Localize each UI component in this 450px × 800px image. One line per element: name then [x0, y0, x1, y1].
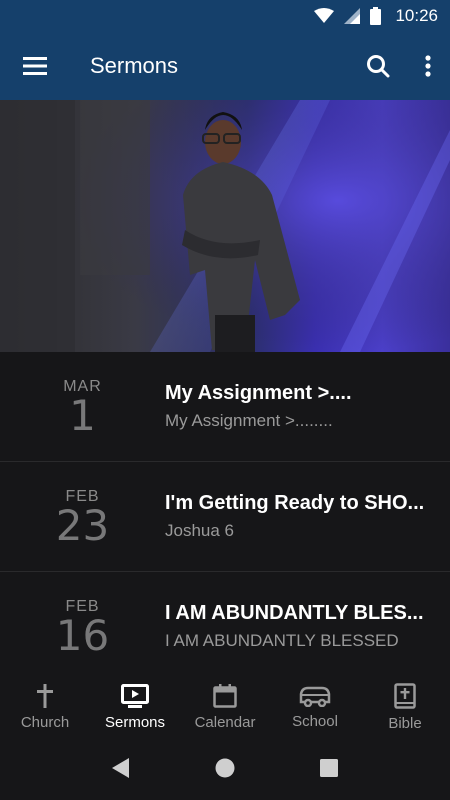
system-navigation-bar: [0, 740, 450, 800]
sermon-list-item[interactable]: MAR 1 My Assignment >.... My Assignment …: [0, 352, 450, 462]
sermon-date: FEB 16: [0, 598, 165, 660]
sermon-title: My Assignment >....: [165, 382, 352, 404]
nav-label-school: School: [292, 712, 338, 730]
back-button[interactable]: [111, 757, 131, 784]
nav-label-church: Church: [20, 713, 70, 731]
more-options-button[interactable]: [406, 32, 450, 100]
sermon-date: MAR 1: [0, 378, 165, 440]
hamburger-icon: [23, 57, 47, 75]
calendar-icon: [213, 683, 237, 708]
search-button[interactable]: [350, 32, 406, 100]
nav-item-church[interactable]: Church: [0, 674, 90, 740]
bible-icon: [394, 682, 416, 709]
sermon-title: I AM ABUNDANTLY BLES...: [165, 602, 424, 624]
sermon-list-item[interactable]: FEB 16 I AM ABUNDANTLY BLES... I AM ABUN…: [0, 572, 450, 674]
nav-label-sermons: Sermons: [104, 713, 166, 731]
sermon-day: 23: [55, 500, 110, 550]
page-title: Sermons: [90, 53, 179, 78]
nav-item-sermons[interactable]: Sermons: [90, 674, 180, 740]
sermon-subtitle: I AM ABUNDANTLY BLESSED: [165, 631, 399, 650]
cross-icon: [37, 683, 53, 708]
home-circle-icon: [215, 758, 235, 777]
home-button[interactable]: [214, 757, 236, 784]
wifi-icon: [314, 8, 335, 24]
more-vert-icon: [425, 55, 431, 77]
nav-item-school[interactable]: School: [270, 674, 360, 740]
status-time: 10:26: [395, 6, 438, 25]
menu-button[interactable]: [0, 32, 70, 100]
status-bar: 10:26: [0, 0, 450, 32]
sermon-day: 16: [55, 610, 110, 660]
sermon-hero-image[interactable]: [0, 100, 450, 352]
sermon-day: 1: [69, 390, 96, 440]
cell-signal-icon: [344, 8, 361, 24]
recents-button[interactable]: [319, 758, 339, 783]
nav-label-calendar: Calendar: [194, 713, 256, 731]
sermon-title: I'm Getting Ready to SHO...: [165, 492, 425, 514]
battery-icon: [370, 7, 382, 25]
nav-label-bible: Bible: [388, 714, 422, 732]
recents-square-icon: [319, 758, 338, 777]
search-icon: [367, 55, 390, 78]
sermon-list: MAR 1 My Assignment >.... My Assignment …: [0, 352, 450, 674]
bottom-navigation: Church Sermons Calendar School Bible: [0, 674, 450, 740]
app-bar: Sermons: [0, 32, 450, 100]
bus-icon: [299, 686, 331, 707]
nav-item-calendar[interactable]: Calendar: [180, 674, 270, 740]
sermon-list-item[interactable]: FEB 23 I'm Getting Ready to SHO... Joshu…: [0, 462, 450, 572]
sermon-date: FEB 23: [0, 488, 165, 550]
back-triangle-icon: [112, 757, 130, 778]
sermon-subtitle: Joshua 6: [165, 521, 234, 540]
tv-play-icon: [121, 683, 149, 708]
nav-item-bible[interactable]: Bible: [360, 674, 450, 740]
sermon-subtitle: My Assignment >........: [165, 411, 333, 430]
